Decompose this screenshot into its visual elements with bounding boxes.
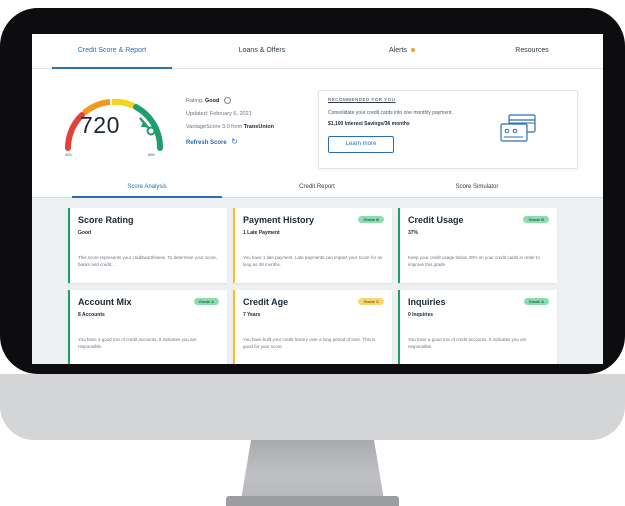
rating-label: Rating:: [186, 97, 204, 104]
tab-label: Resources: [515, 47, 549, 54]
recommendation-tag: RECOMMENDED FOR YOU: [328, 97, 396, 102]
card-description: You have 1 late payment. Late payments c…: [243, 255, 383, 267]
card-credit-age[interactable]: Credit Age Grade C 7 Years You have buil…: [233, 290, 392, 364]
tab-credit-score-report[interactable]: Credit Score & Report: [52, 34, 172, 69]
card-description: You have a good mix of credit accounts. …: [408, 337, 527, 349]
card-subtitle: 7 Years: [243, 312, 261, 318]
card-title: Account Mix: [78, 297, 132, 307]
card-score-rating[interactable]: Score Rating Good This score represents …: [68, 208, 227, 283]
subtab-label: Score Analysis: [127, 184, 167, 190]
tab-loans-offers[interactable]: Loans & Offers: [202, 34, 322, 68]
card-subtitle: 37%: [408, 230, 419, 236]
card-title: Credit Age: [243, 297, 289, 307]
score-details: Rating: Good Updated: February 6, 2021 V…: [186, 97, 274, 153]
credit-cards-icon: [500, 114, 536, 142]
grade-badge: Grade B: [523, 216, 549, 223]
grade-badge: Grade B: [358, 216, 384, 223]
card-credit-usage[interactable]: Credit Usage Grade B 37% Keep your credi…: [398, 208, 557, 283]
rating-line: Rating: Good: [186, 97, 274, 104]
grade-badge: Grade A: [523, 298, 549, 305]
monitor-bezel: Credit Score & Report Loans & Offers Ale…: [0, 8, 625, 374]
card-title: Credit Usage: [408, 215, 464, 225]
tab-alerts[interactable]: Alerts: [342, 34, 462, 68]
card-description: You have a good mix of credit accounts. …: [78, 337, 197, 349]
card-description: This score represents your creditworthin…: [78, 255, 217, 267]
card-inquiries[interactable]: Inquiries Grade A 0 Inquiries You have a…: [398, 290, 557, 364]
card-payment-history[interactable]: Payment History Grade B 1 Late Payment Y…: [233, 208, 392, 283]
refresh-icon: ↻: [231, 137, 238, 146]
tab-score-simulator[interactable]: Score Simulator: [402, 177, 552, 197]
score-factor-grid: Score Rating Good This score represents …: [32, 198, 603, 364]
card-subtitle: 0 Inquiries: [408, 312, 434, 318]
recommendation-card: RECOMMENDED FOR YOU Consolidate your cre…: [318, 90, 578, 169]
tab-score-analysis[interactable]: Score Analysis: [72, 177, 222, 198]
refresh-score-label: Refresh Score: [186, 140, 227, 146]
gauge-min-label: 300: [65, 152, 72, 157]
monitor-stand: [241, 440, 384, 500]
credit-score-value: 720: [80, 112, 120, 138]
card-title: Payment History: [243, 215, 315, 225]
card-title: Inquiries: [408, 297, 446, 307]
card-account-mix[interactable]: Account Mix Grade A 8 Accounts You have …: [68, 290, 227, 364]
tab-credit-report[interactable]: Credit Report: [242, 177, 392, 197]
subtab-label: Score Simulator: [455, 184, 499, 190]
card-subtitle: Good: [78, 230, 92, 236]
learn-more-button[interactable]: Learn more: [328, 136, 394, 153]
grade-badge: Grade A: [193, 298, 219, 305]
monitor-chin: [0, 374, 625, 440]
card-subtitle: 8 Accounts: [78, 312, 105, 318]
subtab-label: Credit Report: [299, 184, 335, 190]
card-subtitle: 1 Late Payment: [243, 230, 280, 236]
top-navigation: Credit Score & Report Loans & Offers Ale…: [32, 34, 603, 69]
score-source-prefix: VantageScore 3.0 from: [186, 124, 243, 130]
score-provider: TransUnion: [243, 124, 274, 130]
gauge-segment-good: [111, 98, 136, 109]
score-source-line: VantageScore 3.0 from TransUnion: [186, 124, 274, 130]
tab-label: Loans & Offers: [238, 47, 286, 54]
score-change-icon: ▲: [139, 119, 148, 129]
updated-date: Updated: February 6, 2021: [186, 111, 252, 117]
card-description: You have built your credit history over …: [243, 337, 376, 349]
card-title: Score Rating: [78, 215, 134, 225]
grade-badge: Grade C: [358, 298, 384, 305]
alert-indicator-dot: [410, 48, 415, 53]
recommendation-text: Consolidate your credit cards into one m…: [328, 110, 453, 116]
monitor-stand-base: [226, 496, 399, 506]
gauge-needle-knob: [146, 126, 156, 136]
app-screen: Credit Score & Report Loans & Offers Ale…: [32, 34, 603, 364]
tab-resources[interactable]: Resources: [472, 34, 592, 68]
info-icon[interactable]: [223, 97, 231, 104]
tab-label: Alerts: [389, 47, 407, 54]
card-description: Keep your credit usage below 30% on your…: [408, 255, 540, 267]
tab-label: Credit Score & Report: [77, 47, 147, 54]
analysis-tabs: Score Analysis Credit Report Score Simul…: [32, 177, 603, 198]
refresh-score-link[interactable]: Refresh Score ↻: [186, 137, 274, 146]
rating-value: Good: [204, 97, 220, 104]
gauge-max-label: 850: [148, 152, 155, 157]
recommendation-savings: $1,100 Interest Savings/36 months: [328, 121, 410, 127]
